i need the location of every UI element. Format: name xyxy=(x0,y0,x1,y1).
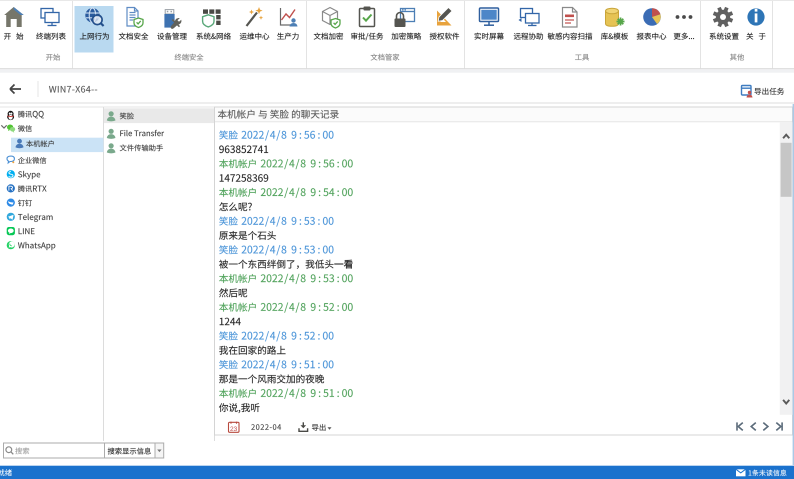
svg-text:23: 23 xyxy=(230,426,238,433)
